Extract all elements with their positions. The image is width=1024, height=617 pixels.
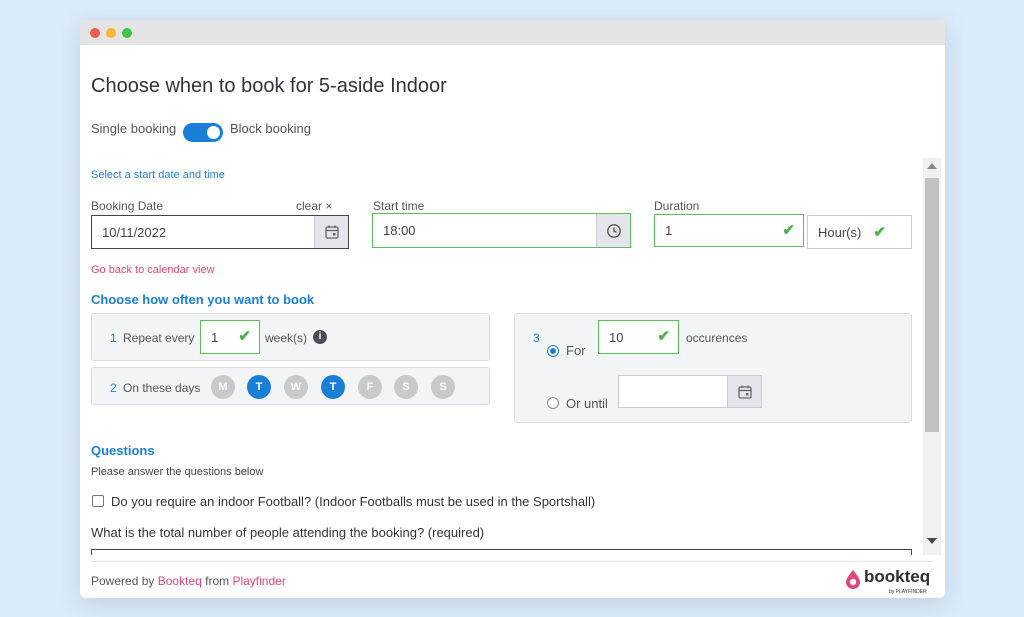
attendees-question: What is the total number of people atten…: [91, 525, 485, 540]
until-radio[interactable]: [547, 397, 559, 409]
bookteq-link[interactable]: Bookteq: [158, 574, 202, 588]
datetime-hint: Select a start date and time: [91, 169, 225, 181]
day-wednesday-button[interactable]: W: [284, 375, 308, 399]
booking-date-field[interactable]: 10/11/2022: [91, 215, 349, 249]
for-radio[interactable]: [547, 345, 559, 357]
day-monday-button[interactable]: M: [211, 375, 235, 399]
bookteq-logo-text: bookteq: [864, 567, 931, 586]
powered-by-label: Powered by: [91, 574, 155, 588]
footer-divider: [91, 561, 933, 562]
occurrences-label: occurences: [686, 331, 748, 345]
day-friday-button[interactable]: F: [358, 375, 382, 399]
booking-content: Choose when to book for 5-aside Indoor S…: [80, 45, 945, 555]
calendar-icon[interactable]: [314, 216, 348, 248]
step-1-number: 1: [110, 331, 117, 345]
back-to-calendar-link[interactable]: Go back to calendar view: [91, 264, 215, 276]
duration-label: Duration: [654, 199, 700, 213]
window-titlebar: [80, 20, 945, 45]
close-window-dot[interactable]: [90, 27, 100, 38]
occurrences-field[interactable]: 10 ✔: [598, 320, 679, 354]
block-booking-label: Block booking: [230, 121, 311, 136]
bookteq-logo-subtext: by PLAYFINDER: [889, 589, 927, 595]
duration-unit-select[interactable]: Hour(s) ✔: [807, 215, 912, 249]
booking-date-value: 10/11/2022: [102, 224, 167, 240]
repeat-every-value: 1: [211, 329, 219, 345]
scrollbar-thumb[interactable]: [925, 178, 939, 432]
booking-type-toggle[interactable]: [183, 123, 223, 142]
scroll-down-arrow-icon[interactable]: [927, 538, 937, 544]
clock-icon[interactable]: [596, 214, 630, 247]
repeat-unit-label: week(s): [265, 331, 308, 345]
playfinder-link[interactable]: Playfinder: [232, 574, 285, 588]
duration-unit-check-icon: ✔: [873, 224, 886, 241]
questions-heading: Questions: [91, 443, 155, 458]
scroll-up-arrow-icon[interactable]: [927, 163, 937, 169]
start-time-value: 18:00: [383, 223, 416, 238]
booking-date-label: Booking Date: [91, 199, 164, 213]
repeat-every-label: Repeat every: [123, 331, 195, 345]
bookteq-drop-icon: [846, 570, 860, 589]
occurrences-valid-check-icon: ✔: [657, 328, 670, 345]
duration-value: 1: [665, 223, 673, 238]
repeat-heading: Choose how often you want to book: [91, 292, 315, 307]
clear-date-button[interactable]: clear ×: [296, 199, 332, 213]
day-sunday-button[interactable]: S: [431, 375, 455, 399]
until-label: Or until: [566, 396, 608, 411]
from-label: from: [205, 574, 230, 588]
day-tuesday-button[interactable]: T: [247, 375, 271, 399]
day-saturday-button[interactable]: S: [394, 375, 418, 399]
content-scrollbar[interactable]: [923, 158, 941, 555]
duration-valid-check-icon: ✔: [782, 222, 795, 239]
step-2-number: 2: [110, 381, 117, 395]
booking-window: Choose when to book for 5-aside Indoor S…: [80, 20, 945, 598]
info-icon[interactable]: i: [313, 330, 327, 344]
for-label: For: [566, 343, 586, 358]
indoor-football-question: Do you require an indoor Football? (Indo…: [111, 494, 596, 509]
footer-credit: Powered by Bookteq from Playfinder: [91, 574, 286, 588]
step-3-number: 3: [533, 331, 540, 345]
day-thursday-button[interactable]: T: [321, 375, 345, 399]
bookteq-logo: bookteq by PLAYFINDER: [845, 567, 935, 597]
toggle-knob: [207, 126, 220, 139]
minimize-window-dot[interactable]: [106, 27, 116, 38]
page-title: Choose when to book for 5-aside Indoor: [91, 75, 447, 97]
questions-subheading: Please answer the questions below: [91, 466, 264, 478]
until-date-field[interactable]: [618, 375, 762, 408]
start-time-field[interactable]: 18:00: [372, 213, 631, 248]
maximize-window-dot[interactable]: [122, 27, 132, 38]
occurrences-value: 10: [609, 329, 624, 345]
repeat-valid-check-icon: ✔: [238, 328, 251, 345]
duration-field[interactable]: 1 ✔: [654, 214, 804, 247]
on-these-days-label: On these days: [123, 381, 201, 395]
indoor-football-checkbox[interactable]: [92, 495, 104, 507]
single-booking-label: Single booking: [91, 121, 177, 136]
repeat-every-field[interactable]: 1 ✔: [200, 320, 260, 354]
duration-unit-value: Hour(s): [818, 224, 862, 240]
footer: Powered by Bookteq from Playfinder bookt…: [80, 555, 945, 598]
until-calendar-icon[interactable]: [727, 376, 761, 407]
start-time-label: Start time: [373, 199, 425, 213]
